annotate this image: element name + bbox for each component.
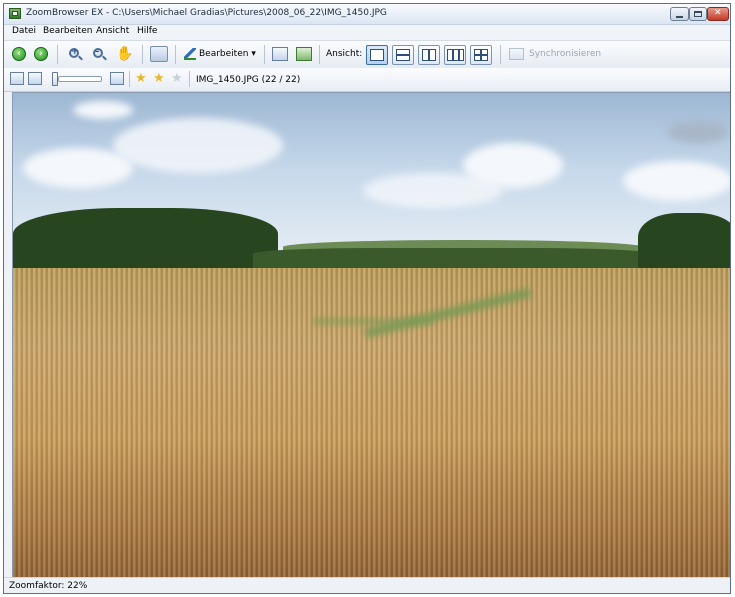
view-split-horizontal-button[interactable]	[392, 45, 414, 65]
back-button[interactable]: ‹	[12, 47, 26, 61]
menu-hilfe[interactable]: Hilfe	[137, 26, 157, 36]
chevron-down-icon: ▾	[251, 49, 256, 59]
toolbar-separator	[189, 71, 190, 87]
tree-line-left	[13, 208, 278, 273]
toolbar-separator	[500, 45, 501, 64]
toolbar-separator	[264, 45, 265, 64]
fit-window-button[interactable]	[10, 72, 24, 85]
file-info-label: IMG_1450.JPG (22 / 22)	[196, 75, 301, 85]
maximize-button[interactable]	[689, 7, 707, 21]
main-toolbar: ‹ › + – ✋ Bearbeiten ▾ Ansicht: Synchron…	[4, 40, 730, 69]
menu-ansicht[interactable]: Ansicht	[96, 26, 129, 36]
edit-dropdown-button[interactable]: Bearbeiten ▾	[184, 45, 256, 63]
slideshow-button[interactable]	[296, 47, 312, 61]
cloud	[668, 121, 728, 143]
application-window: ZoomBrowser EX - C:\Users\Michael Gradia…	[3, 3, 731, 594]
window-title: ZoomBrowser EX - C:\Users\Michael Gradia…	[26, 8, 387, 18]
star-icon[interactable]: ★	[135, 72, 147, 85]
tree-line-middle	[253, 248, 653, 268]
secondary-toolbar: ★ ★ ★ IMG_1450.JPG (22 / 22)	[4, 68, 730, 92]
cloud	[113, 118, 283, 173]
wheat-texture	[13, 268, 730, 578]
star-icon[interactable]: ★	[153, 72, 165, 85]
forward-button[interactable]: ›	[34, 47, 48, 61]
hand-icon: ✋	[116, 46, 134, 62]
zoom-in-button[interactable]: +	[68, 47, 83, 62]
view-split-vertical-button[interactable]	[418, 45, 440, 65]
single-view-icon	[370, 49, 384, 61]
tree-group-right	[638, 213, 730, 273]
toolbar-separator	[142, 45, 143, 64]
edit-pen-icon	[184, 47, 196, 60]
toolbar-separator	[175, 45, 176, 64]
view-label: Ansicht:	[326, 49, 363, 59]
zoom-out-button[interactable]: –	[92, 47, 107, 62]
view-single-button[interactable]	[366, 45, 388, 65]
full-screen-button[interactable]	[110, 72, 124, 85]
app-icon	[9, 8, 21, 19]
edit-label: Bearbeiten	[199, 49, 249, 59]
toolbar-separator	[319, 45, 320, 64]
cloud	[363, 173, 503, 208]
menu-bar: Datei Bearbeiten Ansicht Hilfe	[4, 25, 730, 39]
print-button[interactable]	[150, 46, 168, 62]
image-viewer[interactable]	[12, 92, 730, 579]
cloud	[73, 101, 133, 119]
menu-bearbeiten[interactable]: Bearbeiten	[43, 26, 92, 36]
status-bar: Zoomfaktor: 22%	[4, 577, 730, 593]
compare-button[interactable]	[272, 47, 288, 61]
arrow-right-icon: ›	[39, 49, 43, 59]
minimize-button[interactable]	[670, 7, 689, 21]
star-icon[interactable]: ★	[171, 72, 183, 85]
pan-hand-button[interactable]: ✋	[116, 46, 134, 62]
cloud	[623, 161, 730, 201]
zoom-factor-label: Zoomfaktor: 22%	[9, 581, 88, 591]
split-vertical-icon	[422, 49, 429, 61]
field-track	[313, 318, 433, 325]
view-grid-button[interactable]	[470, 45, 492, 65]
toolbar-separator	[57, 45, 58, 64]
arrow-left-icon: ‹	[17, 49, 21, 59]
zoom-slider[interactable]	[58, 76, 102, 82]
toolbar-separator	[129, 71, 130, 87]
sync-icon	[509, 48, 524, 60]
title-bar[interactable]: ZoomBrowser EX - C:\Users\Michael Gradia…	[4, 4, 730, 25]
view-three-columns-button[interactable]	[444, 45, 466, 65]
actual-size-button[interactable]	[28, 72, 42, 85]
menu-datei[interactable]: Datei	[12, 26, 36, 36]
close-button[interactable]	[707, 7, 729, 21]
sync-button[interactable]: Synchronisieren	[529, 49, 601, 59]
